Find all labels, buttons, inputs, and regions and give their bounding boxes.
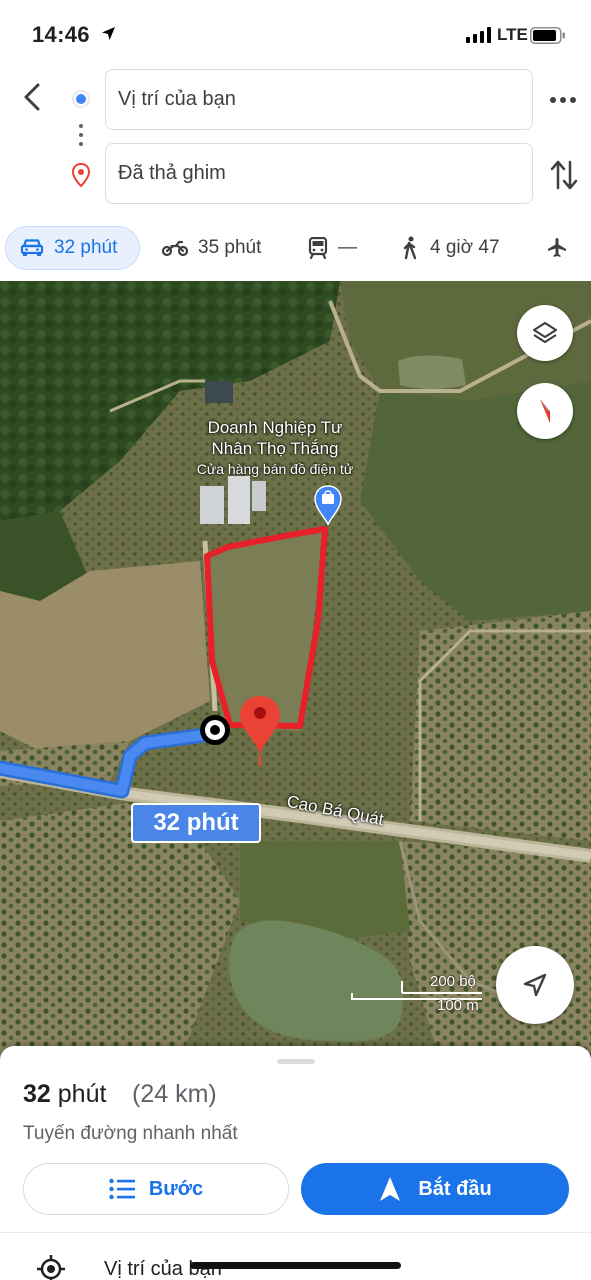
route-eta-bubble[interactable]: 32 phút: [131, 803, 261, 843]
poi-name-line1: Doanh Nghiệp Tư: [207, 418, 343, 437]
compass-icon: [540, 399, 550, 423]
destination-field[interactable]: Đã thả ghim: [105, 143, 533, 204]
tab-walk-label: 4 giờ 47: [430, 237, 500, 258]
route-bottom-sheet: 32 phút (24 km) Tuyến đường nhanh nhất B…: [0, 1046, 591, 1280]
recenter-button[interactable]: [496, 946, 574, 1024]
tab-motorbike[interactable]: 35 phút: [162, 226, 261, 270]
satellite-imagery: [0, 281, 591, 1061]
car-icon: [20, 239, 44, 256]
divider: [0, 1232, 591, 1233]
poi-category: Cửa hàng bán đồ điện tử: [196, 461, 354, 477]
tab-drive-label: 32 phút: [54, 237, 118, 258]
map-view[interactable]: Doanh Nghiệp Tư Nhân Thọ Thắng Cửa hàng …: [0, 281, 591, 1061]
more-options-icon[interactable]: [548, 88, 578, 112]
route-description: Tuyến đường nhanh nhất: [23, 1123, 238, 1144]
list-icon: [109, 1178, 135, 1200]
home-indicator[interactable]: [190, 1262, 401, 1269]
tab-motorbike-label: 35 phút: [198, 237, 262, 258]
route-dots-icon: [79, 124, 83, 151]
sheet-grabber[interactable]: [277, 1059, 315, 1064]
start-button-label: Bắt đầu: [418, 1177, 492, 1200]
tab-flight[interactable]: [545, 226, 579, 270]
route-duration-value: 32: [23, 1080, 51, 1108]
poi-label[interactable]: Doanh Nghiệp Tư Nhân Thọ Thắng: [180, 417, 370, 459]
steps-button-label: Bước: [148, 1177, 204, 1200]
route-duration: 32 phút: [23, 1080, 106, 1109]
back-button[interactable]: [18, 82, 48, 112]
scale-metric: 100 m: [437, 997, 479, 1014]
route-duration-unit: phút: [57, 1080, 107, 1108]
layers-icon: [532, 321, 558, 344]
signal-icon: [466, 27, 491, 43]
motorbike-icon: [162, 240, 188, 257]
compass-button[interactable]: [517, 383, 573, 439]
tab-walk[interactable]: 4 giờ 47: [400, 226, 500, 270]
tab-transit[interactable]: —: [308, 226, 357, 270]
navigation-arrow-icon: [523, 973, 547, 997]
scale-imperial: 200 bộ: [430, 973, 476, 990]
origin-field[interactable]: Vị trí của bạn: [105, 69, 533, 130]
train-icon: [308, 237, 328, 259]
travel-mode-tabs: 32 phút 35 phút — 4 giờ 47: [0, 226, 591, 272]
route-distance: (24 km): [132, 1080, 217, 1108]
status-time: 14:46: [32, 22, 90, 47]
steps-button[interactable]: Bước: [23, 1163, 289, 1215]
walk-icon: [403, 236, 417, 260]
location-arrow-icon: [102, 27, 115, 40]
destination-pin-icon: [71, 163, 91, 187]
navigation-icon: [380, 1177, 401, 1201]
tab-transit-label: —: [338, 237, 357, 258]
battery-icon: [530, 27, 565, 44]
my-location-icon: [37, 1255, 65, 1280]
swap-icon[interactable]: [550, 158, 578, 192]
airplane-icon: [548, 238, 566, 257]
layers-button[interactable]: [517, 305, 573, 361]
start-button[interactable]: Bắt đầu: [301, 1163, 569, 1215]
origin-dot-icon: [72, 90, 90, 108]
network-type: LTE: [497, 25, 528, 44]
tab-drive[interactable]: 32 phút: [5, 226, 140, 270]
poi-name-line2: Nhân Thọ Thắng: [211, 439, 339, 458]
status-bar: 14:46 LTE: [0, 0, 591, 66]
